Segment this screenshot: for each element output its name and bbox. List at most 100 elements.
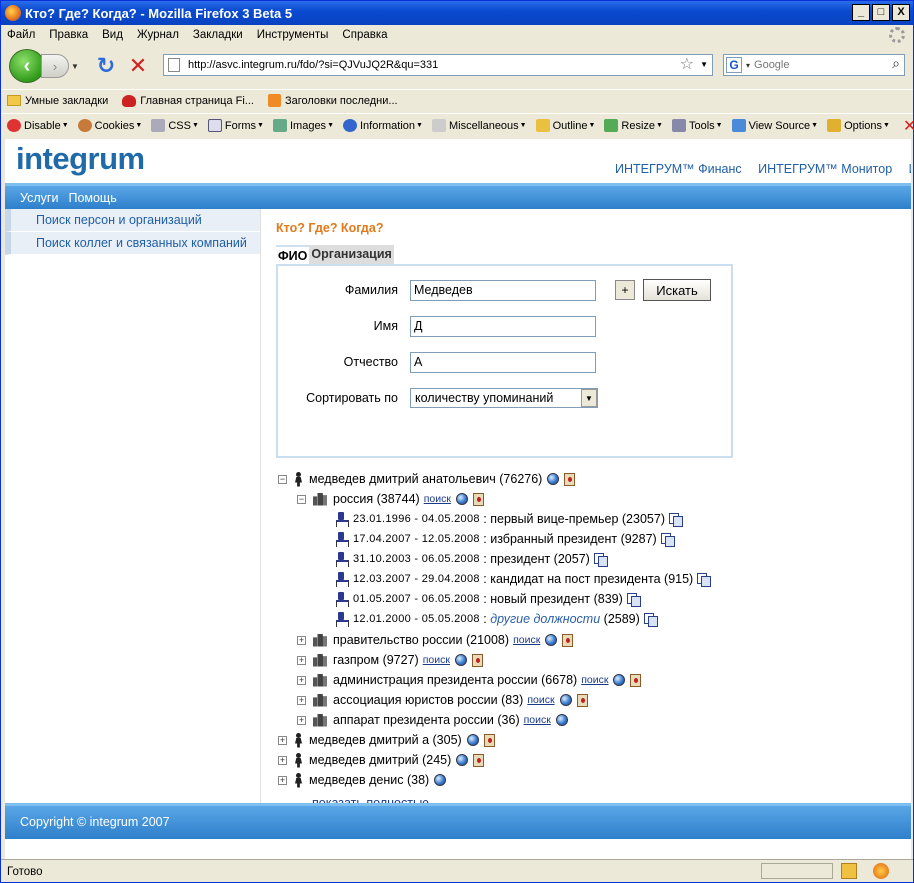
history-dropdown-icon[interactable]: ▼ [71, 62, 79, 71]
chevron-down-icon[interactable]: ▼ [581, 389, 597, 407]
menu-history[interactable]: Журнал [137, 29, 179, 41]
globe-icon[interactable] [466, 734, 479, 746]
search-link[interactable]: поиск [424, 493, 451, 505]
tree-node-label[interactable]: аппарат президента россии (36) [333, 713, 520, 727]
expand-icon[interactable]: + [297, 635, 306, 645]
search-link[interactable]: поиск [524, 714, 551, 726]
edit-icon[interactable] [841, 863, 857, 879]
documents-icon[interactable] [593, 553, 608, 567]
dev-cookies[interactable]: Cookies ▼ [77, 119, 142, 132]
dev-disable[interactable]: Disable ▼ [7, 119, 69, 132]
documents-icon[interactable] [626, 593, 641, 607]
maximize-button[interactable]: □ [872, 4, 890, 21]
expand-icon[interactable]: + [297, 655, 306, 665]
dossier-icon[interactable] [562, 633, 574, 647]
dev-miscellaneous[interactable]: Miscellaneous ▼ [431, 119, 527, 132]
minimize-button[interactable]: _ [852, 4, 870, 21]
bookmark-home[interactable]: Главная страница Fi... [122, 94, 254, 107]
name-input[interactable] [410, 315, 596, 337]
documents-icon[interactable] [643, 613, 658, 627]
tree-node-label[interactable]: медведев дмитрий (245) [309, 753, 451, 767]
dev-css[interactable]: CSS ▼ [151, 119, 199, 132]
position-title[interactable]: : первый вице-премьер (23057) [483, 512, 665, 526]
dossier-icon[interactable] [576, 693, 588, 707]
dossier-icon[interactable] [564, 472, 576, 486]
documents-icon[interactable] [668, 513, 683, 527]
dev-forms[interactable]: Forms ▼ [207, 119, 264, 132]
menu-file[interactable]: Файл [7, 29, 35, 41]
surname-input[interactable] [410, 279, 596, 301]
documents-icon[interactable] [660, 533, 675, 547]
dossier-icon[interactable] [483, 733, 495, 747]
menu-edit[interactable]: Правка [49, 29, 88, 41]
nav-help[interactable]: Помощь [68, 191, 116, 205]
dev-view-source[interactable]: View Source ▼ [731, 119, 818, 132]
sidebar-item-search-colleagues[interactable]: Поиск коллег и связанных компаний [5, 232, 260, 255]
search-button[interactable]: Искать [643, 279, 711, 301]
globe-icon[interactable] [454, 654, 467, 666]
close-toolbar-icon[interactable]: ✕ [903, 116, 914, 136]
back-button[interactable]: ‹ [9, 49, 45, 83]
globe-icon[interactable] [613, 674, 626, 686]
add-field-button[interactable]: + [615, 280, 635, 300]
globe-icon[interactable] [559, 694, 572, 706]
nav-services[interactable]: Услуги [20, 191, 58, 205]
search-link[interactable]: поиск [423, 654, 450, 666]
expand-icon[interactable]: + [278, 755, 287, 765]
tree-node-label[interactable]: правительство россии (21008) [333, 633, 509, 647]
search-icon[interactable]: ⌕ [892, 55, 900, 72]
bookmark-star-icon[interactable]: ☆ [680, 55, 694, 75]
position-title[interactable]: : кандидат на пост президента (915) [483, 572, 693, 586]
globe-icon[interactable] [456, 754, 469, 766]
menu-bookmarks[interactable]: Закладки [193, 29, 243, 41]
forward-button[interactable]: › [41, 54, 69, 78]
globe-icon[interactable] [434, 774, 447, 786]
search-link[interactable]: поиск [581, 674, 608, 686]
dev-tools[interactable]: Tools ▼ [671, 119, 723, 132]
documents-icon[interactable] [697, 573, 712, 587]
tree-node-label[interactable]: медведев дмитрий а (305) [309, 733, 462, 747]
globe-icon[interactable] [547, 473, 560, 485]
collapse-icon[interactable]: − [278, 474, 287, 484]
link-more[interactable]: ИН [909, 162, 911, 176]
expand-icon[interactable]: + [278, 775, 287, 785]
bookmark-headlines[interactable]: Заголовки последни... [267, 94, 398, 107]
dev-information[interactable]: Information ▼ [343, 119, 423, 132]
position-title[interactable]: : президент (2057) [483, 552, 590, 566]
stop-icon[interactable]: ✕ [127, 55, 149, 77]
patronymic-input[interactable] [410, 351, 596, 373]
url-bar[interactable]: http://asvc.integrum.ru/fdo/?si=QJVuJQ2R… [163, 54, 713, 76]
dev-images[interactable]: Images ▼ [272, 119, 334, 132]
dossier-icon[interactable] [471, 653, 483, 667]
dev-resize[interactable]: Resize ▼ [604, 119, 663, 132]
reload-icon[interactable]: ↻ [95, 55, 117, 77]
search-link[interactable]: поиск [513, 634, 540, 646]
firefox-status-icon[interactable] [873, 863, 889, 879]
globe-icon[interactable] [545, 634, 558, 646]
engine-dropdown-icon[interactable]: ▾ [746, 61, 750, 70]
search-link[interactable]: поиск [527, 694, 554, 706]
menu-help[interactable]: Справка [342, 29, 387, 41]
sort-select[interactable]: количеству упоминаний ▼ [410, 388, 598, 408]
position-title[interactable]: : избранный президент (9287) [483, 532, 656, 546]
sidebar-item-search-persons[interactable]: Поиск персон и организаций [5, 209, 260, 232]
position-title[interactable]: : новый президент (839) [483, 592, 623, 606]
dev-outline[interactable]: Outline ▼ [535, 119, 595, 132]
expand-icon[interactable]: + [297, 715, 306, 725]
expand-icon[interactable]: + [297, 695, 306, 705]
google-icon[interactable]: G [726, 57, 742, 73]
link-monitor[interactable]: ИНТЕГРУМ™ Монитор [758, 162, 892, 176]
site-logo[interactable]: integrum [16, 141, 145, 177]
close-window-button[interactable]: X [892, 4, 910, 21]
menu-tools[interactable]: Инструменты [257, 29, 329, 41]
url-dropdown-icon[interactable]: ▼ [700, 60, 708, 69]
link-finance[interactable]: ИНТЕГРУМ™ Финанс [615, 162, 742, 176]
tree-node-label[interactable]: администрация президента россии (6678) [333, 673, 577, 687]
tree-node-label[interactable]: медведев денис (38) [309, 773, 429, 787]
search-bar[interactable]: G ▾ Google ⌕ [723, 54, 905, 76]
dossier-icon[interactable] [473, 753, 485, 767]
tree-node-label[interactable]: ассоциация юристов россии (83) [333, 693, 523, 707]
tab-organization[interactable]: Организация [309, 245, 394, 265]
other-positions-link[interactable]: другие должности [490, 612, 600, 626]
dossier-icon[interactable] [630, 673, 642, 687]
